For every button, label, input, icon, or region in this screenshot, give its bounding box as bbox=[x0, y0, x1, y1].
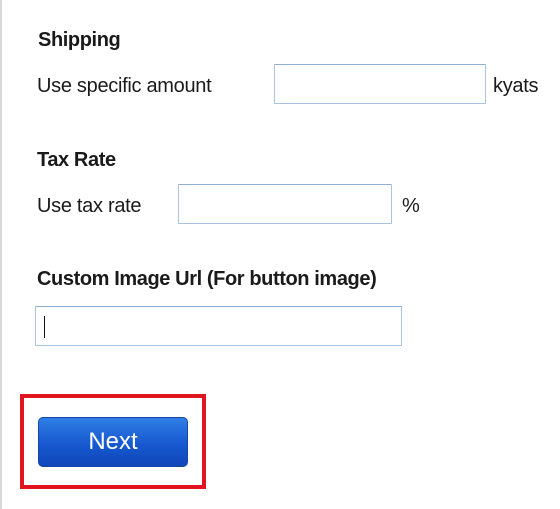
shipping-section-title: Shipping bbox=[38, 29, 121, 51]
tax-rate-section-title: Tax Rate bbox=[37, 149, 116, 171]
tax-rate-label: Use tax rate bbox=[37, 195, 142, 217]
tax-rate-input[interactable] bbox=[178, 184, 392, 224]
tax-rate-unit-label: % bbox=[402, 195, 420, 217]
shipping-unit-label: kyats bbox=[493, 75, 539, 97]
shipping-amount-input[interactable] bbox=[274, 64, 486, 104]
next-button[interactable]: Next bbox=[38, 417, 188, 467]
payment-settings-form: Shipping Use specific amount kyats Tax R… bbox=[0, 0, 560, 509]
text-cursor bbox=[44, 316, 45, 338]
custom-image-url-input[interactable] bbox=[35, 306, 402, 346]
custom-image-url-title: Custom Image Url (For button image) bbox=[37, 268, 377, 290]
shipping-amount-label: Use specific amount bbox=[37, 75, 212, 97]
